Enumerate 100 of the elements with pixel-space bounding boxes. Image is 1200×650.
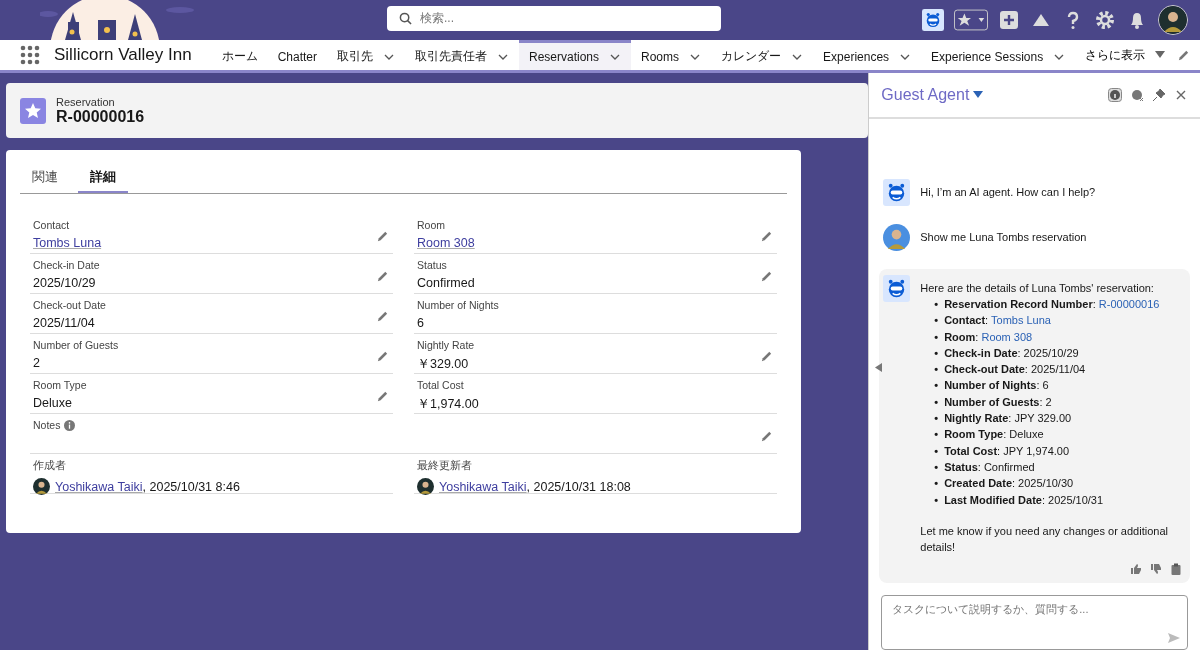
field-value: 2025/11/04 xyxy=(33,316,95,330)
tab[interactable]: 詳細 xyxy=(78,162,128,193)
list-item: Contact: Tombs Luna xyxy=(944,313,1051,329)
bullet-mark: • xyxy=(934,345,939,361)
list-item: Check-out Date: 2025/11/04 xyxy=(944,362,1086,378)
pencil-icon[interactable] xyxy=(760,270,773,283)
pencil-icon[interactable] xyxy=(1177,48,1190,62)
record-link[interactable]: Tombs Luna xyxy=(33,236,102,250)
field-label: Room Type xyxy=(33,379,88,391)
record-title: R-00000016 xyxy=(56,107,145,126)
list-item: Room: Room 308 xyxy=(944,329,1033,345)
info-icon[interactable] xyxy=(64,419,76,431)
list-item: Last Modified Date: 2025/10/31 xyxy=(944,492,1104,508)
list-item: Room Type: Deluxe xyxy=(944,427,1044,443)
tab[interactable]: 関連 xyxy=(20,162,70,193)
plus-icon[interactable] xyxy=(998,9,1020,31)
bullet-mark: • xyxy=(934,296,939,312)
nav-tab[interactable]: Rooms xyxy=(631,40,712,70)
pencil-icon[interactable] xyxy=(376,350,389,363)
bullet-mark: • xyxy=(934,362,939,378)
chat-message: Hi, I’m an AI agent. How can I help? xyxy=(920,184,1096,200)
app-name: Sillicorn Valley Inn xyxy=(54,44,193,66)
record-link[interactable]: R-00000016 xyxy=(1098,297,1160,310)
app-launcher-icon[interactable] xyxy=(20,45,40,65)
record-link[interactable]: Room 308 xyxy=(981,330,1033,343)
nav-tab[interactable]: 取引先 xyxy=(327,40,405,70)
bullet-mark: • xyxy=(934,427,939,443)
settings-icon[interactable] xyxy=(1094,9,1116,31)
field-label: Nightly Rate xyxy=(417,339,476,351)
list-item: Total Cost: JPY 1,974.00 xyxy=(944,443,1070,459)
info-icon[interactable] xyxy=(1108,87,1122,102)
search-field[interactable]: 検索... xyxy=(387,6,721,31)
agent-menu[interactable]: Guest Agent xyxy=(881,85,984,104)
caret-icon xyxy=(1155,51,1166,59)
nav-tab[interactable]: 取引先責任者 xyxy=(405,40,519,70)
pencil-icon[interactable] xyxy=(376,390,389,403)
nav-tab[interactable]: Experience Sessions xyxy=(921,40,1076,70)
field-label: Check-out Date xyxy=(33,299,107,311)
message-input[interactable]: タスクについて説明するか、質問する... xyxy=(881,595,1188,650)
chat-message: Here are the details of Luna Tombs' reservation: xyxy=(920,280,1155,296)
favorites-icon[interactable] xyxy=(954,9,988,31)
nav-tab[interactable]: Chatter xyxy=(267,40,327,70)
field-label: Number of Guests xyxy=(33,339,120,351)
nav-tab[interactable]: Reservations xyxy=(519,40,632,70)
bullet-mark: • xyxy=(934,459,939,475)
chat-message: Let me know if you need any changes or additional details! xyxy=(920,523,1169,556)
avatar-icon xyxy=(417,478,434,495)
field-value: ￥329.00 xyxy=(417,356,469,373)
thumbs-down-icon[interactable] xyxy=(1150,563,1162,576)
field-label: Total Cost xyxy=(417,379,465,391)
nav-tab[interactable]: カレンダー xyxy=(711,40,814,70)
field-value: , 2025/10/31 8:46 xyxy=(142,479,240,494)
list-item: Status: Confirmed xyxy=(944,459,1035,475)
pencil-icon[interactable] xyxy=(376,270,389,283)
field-value: 2025/10/29 xyxy=(33,276,96,290)
thumbs-up-icon[interactable] xyxy=(1130,563,1142,576)
pencil-icon[interactable] xyxy=(760,350,773,363)
pencil-icon[interactable] xyxy=(376,230,389,243)
field-value: ￥1,974.00 xyxy=(417,396,479,413)
list-item: Nightly Rate: JPY 329.00 xyxy=(944,411,1072,427)
pin-icon[interactable] xyxy=(1152,87,1166,102)
bullet-mark: • xyxy=(934,329,939,345)
nav-tab[interactable]: ホーム xyxy=(211,40,268,70)
chat-message: Show me Luna Tombs reservation xyxy=(920,229,1087,245)
avatar-icon xyxy=(33,478,50,495)
list-item: Number of Guests: 2 xyxy=(944,394,1052,410)
field-value: 6 xyxy=(417,316,424,330)
list-item: Reservation Record Number: R-00000016 xyxy=(944,296,1160,312)
bullet-mark: • xyxy=(934,313,939,329)
field-value: Deluxe xyxy=(33,396,72,410)
caret-icon xyxy=(973,90,984,99)
user-link[interactable]: Yoshikawa Taiki xyxy=(55,479,143,494)
pencil-icon[interactable] xyxy=(760,430,773,443)
bullet-mark: • xyxy=(934,492,939,508)
record-link[interactable]: Room 308 xyxy=(417,236,475,250)
record-link[interactable]: Tombs Luna xyxy=(991,314,1051,327)
field-value: , 2025/10/31 18:08 xyxy=(526,479,631,494)
bullet-mark: • xyxy=(934,394,939,410)
bullet-mark: • xyxy=(934,476,939,492)
pencil-icon[interactable] xyxy=(376,310,389,323)
list-item: Check-in Date: 2025/10/29 xyxy=(944,345,1079,361)
user-link[interactable]: Yoshikawa Taiki xyxy=(439,479,527,494)
bullet-mark: • xyxy=(934,443,939,459)
clipboard-icon[interactable] xyxy=(1170,563,1182,576)
search-icon xyxy=(399,12,412,25)
avatar-icon xyxy=(883,223,911,251)
field-value: 2 xyxy=(33,356,40,370)
field-label: Notes xyxy=(33,419,61,431)
collapse-icon[interactable] xyxy=(875,363,883,372)
object-label: Reservation xyxy=(56,95,116,108)
pencil-icon[interactable] xyxy=(760,230,773,243)
field-value: Confirmed xyxy=(417,276,475,290)
list-item: Number of Nights: 6 xyxy=(944,378,1049,394)
more-tab[interactable]: さらに表示 xyxy=(1075,40,1176,70)
avatar-icon xyxy=(1158,5,1188,35)
field-label: 最終更新者 xyxy=(417,459,473,473)
field-label: Check-in Date xyxy=(33,259,101,271)
field-label: 作成者 xyxy=(33,459,67,473)
nav-tab[interactable]: Experiences xyxy=(813,40,922,70)
field-label: Number of Nights xyxy=(417,299,500,311)
